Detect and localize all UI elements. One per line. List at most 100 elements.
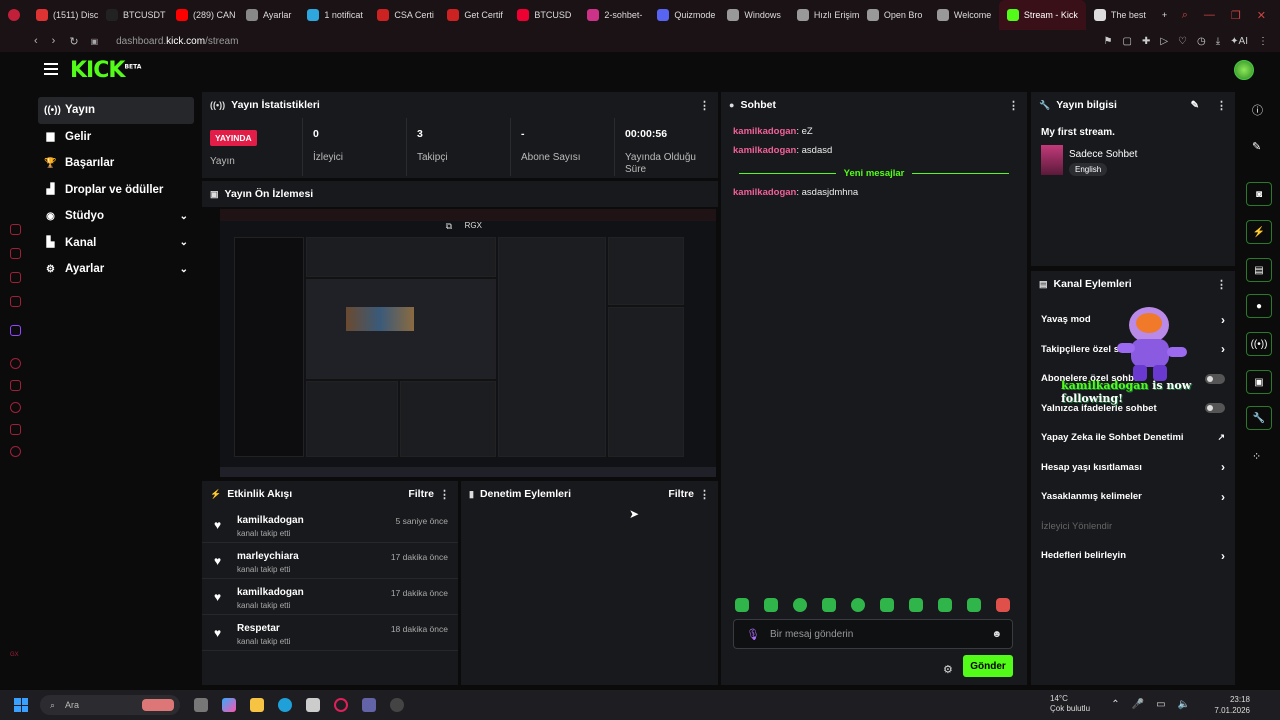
sidebar-app-icon[interactable]: [10, 224, 21, 235]
browser-tab[interactable]: 2-sohbet-: [579, 0, 649, 30]
browser-tab[interactable]: Welcome: [929, 0, 999, 30]
steam-icon[interactable]: [390, 698, 404, 712]
browser-tab[interactable]: Ayarlar: [238, 0, 299, 30]
microphone-tray-icon[interactable]: 🎤: [1132, 699, 1144, 710]
play-icon[interactable]: ▷: [1160, 36, 1168, 47]
browser-tab[interactable]: Hızlı Erişim: [789, 0, 859, 30]
chat-input[interactable]: 🎙 Bir mesaj gönderin ☻: [733, 619, 1013, 649]
sidebar-item-6[interactable]: ⚙ Ayarlar ⌄: [38, 256, 194, 283]
network-icon[interactable]: ▭: [1156, 699, 1165, 710]
sidebar-item-1[interactable]: ▆ Gelir: [38, 124, 194, 151]
minimize-icon[interactable]: —: [1204, 9, 1215, 21]
channel-action-item[interactable]: Hesap yaşı kısıtlaması ›: [1031, 453, 1235, 483]
browser-tab[interactable]: Windows: [719, 0, 789, 30]
emote-icon[interactable]: [996, 598, 1010, 612]
browser-tab[interactable]: 1 notificat: [299, 0, 369, 30]
emote-icon[interactable]: [764, 598, 778, 612]
reload-icon[interactable]: ↻: [69, 35, 78, 48]
sidebar-item-0[interactable]: ((•)) Yayın: [38, 97, 194, 124]
volume-icon[interactable]: 🔈: [1178, 699, 1190, 710]
menu-icon[interactable]: ⋮: [1258, 36, 1268, 47]
popout-icon[interactable]: ⧉: [446, 221, 452, 232]
channel-widget-button[interactable]: ▣: [1246, 370, 1272, 394]
microphone-icon[interactable]: 🎙: [746, 628, 760, 641]
sidebar-app-icon[interactable]: [10, 446, 21, 457]
sidebar-app-icon[interactable]: [10, 358, 21, 369]
browser-tab[interactable]: Open Bro: [859, 0, 929, 30]
browser-tab[interactable]: BTCUSD: [509, 0, 579, 30]
forward-icon[interactable]: ›: [52, 35, 56, 48]
new-tab-icon[interactable]: +: [1154, 0, 1175, 30]
send-button[interactable]: Gönder: [963, 655, 1013, 677]
sidebar-app-icon[interactable]: [10, 248, 21, 259]
edit-icon[interactable]: ✎: [1191, 100, 1199, 111]
copilot-icon[interactable]: [222, 698, 236, 712]
opera-gx-icon[interactable]: [334, 698, 348, 712]
more-options-icon[interactable]: ⋮: [699, 99, 710, 112]
filter-button[interactable]: Filtre: [408, 488, 434, 500]
task-view-icon[interactable]: [194, 698, 208, 712]
stream-preview-video[interactable]: RGX ⧉: [220, 209, 716, 477]
emote-icon[interactable]: [851, 598, 865, 612]
emote-icon[interactable]: [735, 598, 749, 612]
more-options-icon[interactable]: ⋮: [439, 488, 450, 501]
store-icon[interactable]: [306, 698, 320, 712]
avatar[interactable]: [1234, 60, 1254, 80]
broadcast-widget-button[interactable]: ((•)): [1246, 332, 1272, 356]
emote-icon[interactable]: [967, 598, 981, 612]
document-widget-button[interactable]: ▤: [1246, 258, 1272, 282]
windows-start-icon[interactable]: [14, 698, 28, 712]
chat-username[interactable]: kamilkadogan: [733, 126, 796, 137]
chevron-down-icon[interactable]: ⌄: [180, 237, 188, 248]
browser-tab[interactable]: The best: [1086, 0, 1154, 30]
teams-icon[interactable]: [362, 698, 376, 712]
sidebar-app-icon[interactable]: [10, 272, 21, 283]
sidebar-item-5[interactable]: ▙ Kanal ⌄: [38, 230, 194, 257]
more-options-icon[interactable]: ⋮: [1008, 99, 1019, 112]
browser-tab[interactable]: BTCUSDT: [98, 0, 168, 30]
chat-widget-button[interactable]: ●: [1246, 294, 1272, 318]
browser-tab[interactable]: (289) CAN: [168, 0, 238, 30]
emote-icon[interactable]: [822, 598, 836, 612]
extension-icon[interactable]: ✚: [1142, 36, 1150, 47]
chat-settings-icon[interactable]: ⚙: [943, 663, 953, 676]
tray-chevron-icon[interactable]: ⌃: [1111, 699, 1119, 710]
sidebar-item-2[interactable]: 🏆 Başarılar: [38, 150, 194, 177]
filter-button[interactable]: Filtre: [668, 488, 694, 500]
more-options-icon[interactable]: ⋮: [1216, 99, 1227, 112]
hamburger-menu-icon[interactable]: [44, 63, 58, 75]
camera-widget-button[interactable]: ◙: [1246, 182, 1272, 206]
emoji-icon[interactable]: ☻: [991, 629, 1002, 640]
channel-action-item[interactable]: Hedefleri belirleyin ›: [1031, 541, 1235, 571]
screenshot-icon[interactable]: ▢: [1123, 36, 1132, 47]
sidebar-app-icon[interactable]: [10, 402, 21, 413]
history-icon[interactable]: ◷: [1197, 36, 1206, 47]
maximize-icon[interactable]: ❐: [1231, 9, 1241, 22]
browser-logo-icon[interactable]: [0, 0, 28, 30]
taskbar-search[interactable]: ⌕ Ara: [40, 695, 180, 715]
back-icon[interactable]: ‹: [34, 35, 38, 48]
bookmark-icon[interactable]: ⚑: [1104, 36, 1113, 47]
heart-icon[interactable]: ♡: [1178, 36, 1187, 47]
chevron-down-icon[interactable]: ⌄: [180, 211, 188, 222]
sidebar-app-icon[interactable]: [10, 325, 21, 336]
more-widgets-icon[interactable]: ⁘: [1252, 450, 1261, 463]
channel-action-item[interactable]: Yapay Zeka ile Sohbet Denetimi ↗: [1031, 423, 1235, 453]
browser-tab[interactable]: Get Certif: [439, 0, 509, 30]
edge-icon[interactable]: [278, 698, 292, 712]
browser-tab[interactable]: Quizmode: [649, 0, 719, 30]
close-window-icon[interactable]: ✕: [1257, 9, 1266, 22]
kick-logo[interactable]: KICKBETA: [70, 58, 141, 83]
wrench-widget-button[interactable]: 🔧: [1246, 406, 1272, 430]
info-icon[interactable]: ⓘ: [1252, 102, 1263, 118]
chevron-down-icon[interactable]: ⌄: [180, 264, 188, 275]
weather-widget[interactable]: 14°C Çok bulutlu: [1030, 694, 1090, 714]
browser-tab[interactable]: Stream - Kick: [998, 0, 1086, 30]
sidebar-app-icon[interactable]: GX: [10, 652, 19, 663]
sidebar-app-icon[interactable]: [10, 424, 21, 435]
emote-icon[interactable]: [909, 598, 923, 612]
url-field[interactable]: dashboard.kick.com/stream: [116, 36, 238, 47]
sidebar-app-icon[interactable]: [10, 296, 21, 307]
lightning-widget-button[interactable]: ⚡: [1246, 220, 1272, 244]
sidebar-item-4[interactable]: ◉ Stüdyo ⌄: [38, 203, 194, 230]
